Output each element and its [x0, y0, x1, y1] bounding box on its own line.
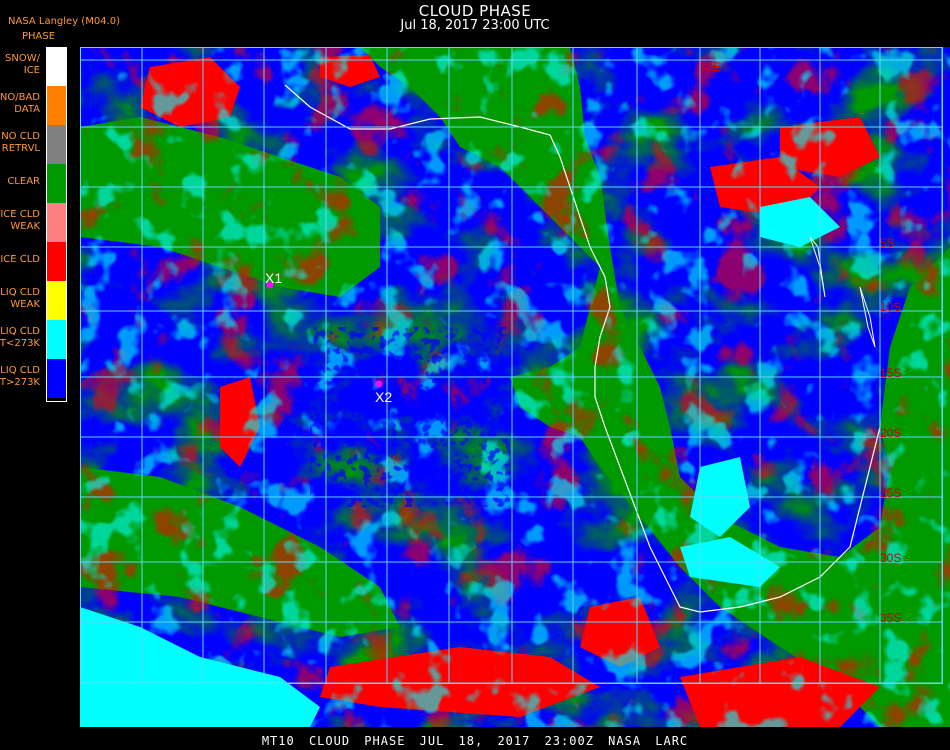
marker-x2-point — [375, 380, 383, 388]
legend-swatch — [46, 47, 66, 86]
legend-swatch — [46, 359, 66, 398]
longitude-label: 10E — [700, 60, 721, 74]
map-timestamp: Jul 18, 2017 23:00 UTC — [400, 18, 550, 33]
legend-item-label: SNOW/ ICE — [5, 53, 40, 76]
ocean-speckle — [310, 327, 510, 507]
legend-item-label: LIQ CLD T<273K — [0, 326, 40, 349]
latitude-label: 15S — [880, 366, 901, 380]
footer-caption: MT10 CLOUD PHASE JUL 18, 2017 23:00Z NAS… — [0, 733, 950, 750]
legend-swatch — [46, 86, 66, 125]
marker-x1-label: X1 — [265, 270, 282, 286]
legend-swatch — [46, 164, 66, 203]
legend-item: LIQ CLD T<273K — [0, 320, 66, 359]
legend-item: NO CLD RETRVL — [0, 125, 66, 164]
legend-item-label: ICE CLD — [0, 254, 40, 265]
legend-item: SNOW/ ICE — [0, 47, 66, 86]
latitude-label: 25S — [880, 486, 901, 500]
legend-item-label: CLEAR — [7, 176, 40, 187]
latitude-label: 5S — [880, 236, 895, 250]
marker-x2-label: X2 — [375, 389, 392, 405]
legend-swatch — [46, 125, 66, 164]
legend-item-label: LIQ CLD T>273K — [0, 365, 40, 388]
legend-item-label: LIQ CLD WEAK — [0, 287, 40, 310]
legend-swatch — [46, 242, 66, 281]
legend-item: ICE CLD — [0, 242, 66, 281]
legend-item-label: NO/BAD DATA — [0, 92, 40, 115]
legend-item: LIQ CLD WEAK — [0, 281, 66, 320]
legend-title: PHASE — [22, 31, 56, 42]
phase-legend: SNOW/ ICE NO/BAD DATA NO CLD RETRVL CLEAR IC… — [0, 47, 66, 401]
legend-item-label: ICE CLD WEAK — [0, 209, 40, 232]
legend-item: NO/BAD DATA — [0, 86, 66, 125]
cloud-phase-map: 5S 10S 15S 20S 25S 30S 35S 10E X1 X2 — [80, 47, 950, 727]
latitude-label: 35S — [880, 611, 901, 625]
legend-swatch — [46, 203, 66, 242]
legend-item-label: NO CLD RETRVL — [1, 131, 40, 154]
legend-item: LIQ CLD T>273K — [0, 359, 66, 398]
legend-item: ICE CLD WEAK — [0, 203, 66, 242]
latitude-label: 20S — [880, 426, 901, 440]
agency-label: NASA Langley (M04.0) — [8, 16, 120, 27]
legend-item: CLEAR — [0, 164, 66, 203]
latitude-label: 10S — [880, 300, 901, 314]
latitude-label: 30S — [880, 551, 901, 565]
legend-swatch — [46, 320, 66, 359]
legend-swatch — [46, 281, 66, 320]
